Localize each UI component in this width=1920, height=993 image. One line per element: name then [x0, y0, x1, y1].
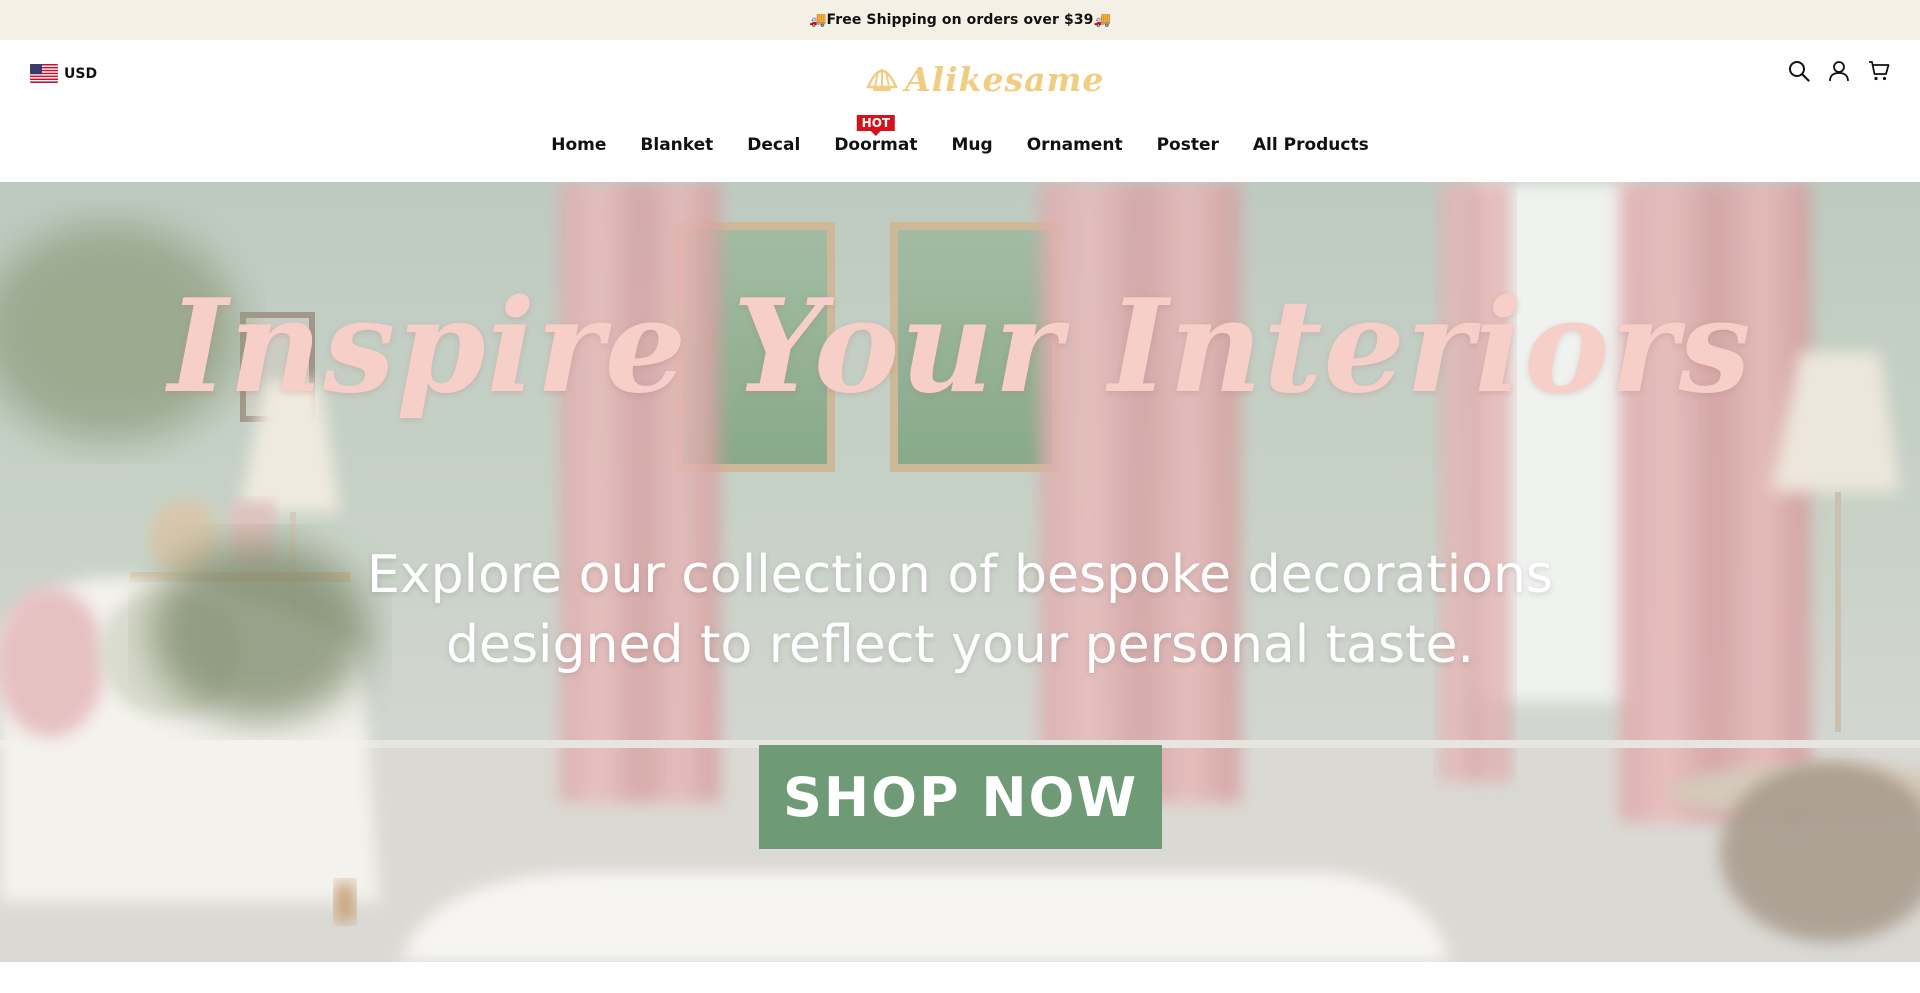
nav-item-decal[interactable]: Decal	[747, 135, 800, 155]
shop-now-button[interactable]: SHOP NOW	[759, 745, 1162, 849]
account-icon[interactable]	[1828, 60, 1850, 82]
site-logo[interactable]: Alikesame	[865, 58, 1104, 100]
site-header: USD Alikesame Home Blanket Decal HOT Doo…	[0, 40, 1920, 182]
announcement-text: 🚚Free Shipping on orders over $39🚚	[808, 12, 1112, 28]
hero-title: Inspire Your Interiors	[168, 272, 1752, 422]
page-bottom-spacer	[0, 962, 1920, 993]
currency-label: USD	[64, 65, 98, 82]
hero-subtitle: Explore our collection of bespoke decora…	[0, 540, 1920, 680]
header-actions	[1788, 60, 1890, 82]
logo-shell-icon	[865, 61, 899, 97]
hot-badge: HOT	[856, 115, 896, 131]
nav-item-all-products[interactable]: All Products	[1253, 135, 1369, 155]
nav-item-doormat-label: Doormat	[834, 135, 918, 155]
search-icon[interactable]	[1788, 60, 1810, 82]
currency-selector[interactable]: USD	[30, 64, 97, 83]
main-nav: Home Blanket Decal HOT Doormat Mug Ornam…	[0, 115, 1920, 155]
nav-item-blanket[interactable]: Blanket	[640, 135, 713, 155]
hero-subtitle-line-1: Explore our collection of bespoke decora…	[366, 545, 1554, 605]
nav-item-poster[interactable]: Poster	[1157, 135, 1219, 155]
announcement-bar: 🚚Free Shipping on orders over $39🚚	[0, 0, 1920, 40]
hero-subtitle-line-2: designed to reflect your personal taste.	[445, 615, 1475, 675]
nav-item-ornament[interactable]: Ornament	[1027, 135, 1123, 155]
us-flag-icon	[30, 64, 58, 83]
cart-icon[interactable]	[1868, 60, 1890, 82]
nav-item-mug[interactable]: Mug	[951, 135, 992, 155]
logo-text: Alikesame	[905, 59, 1105, 99]
nav-item-doormat[interactable]: HOT Doormat	[834, 115, 918, 155]
hero-banner: Inspire Your Interiors Explore our colle…	[0, 182, 1920, 962]
nav-item-home[interactable]: Home	[551, 135, 606, 155]
